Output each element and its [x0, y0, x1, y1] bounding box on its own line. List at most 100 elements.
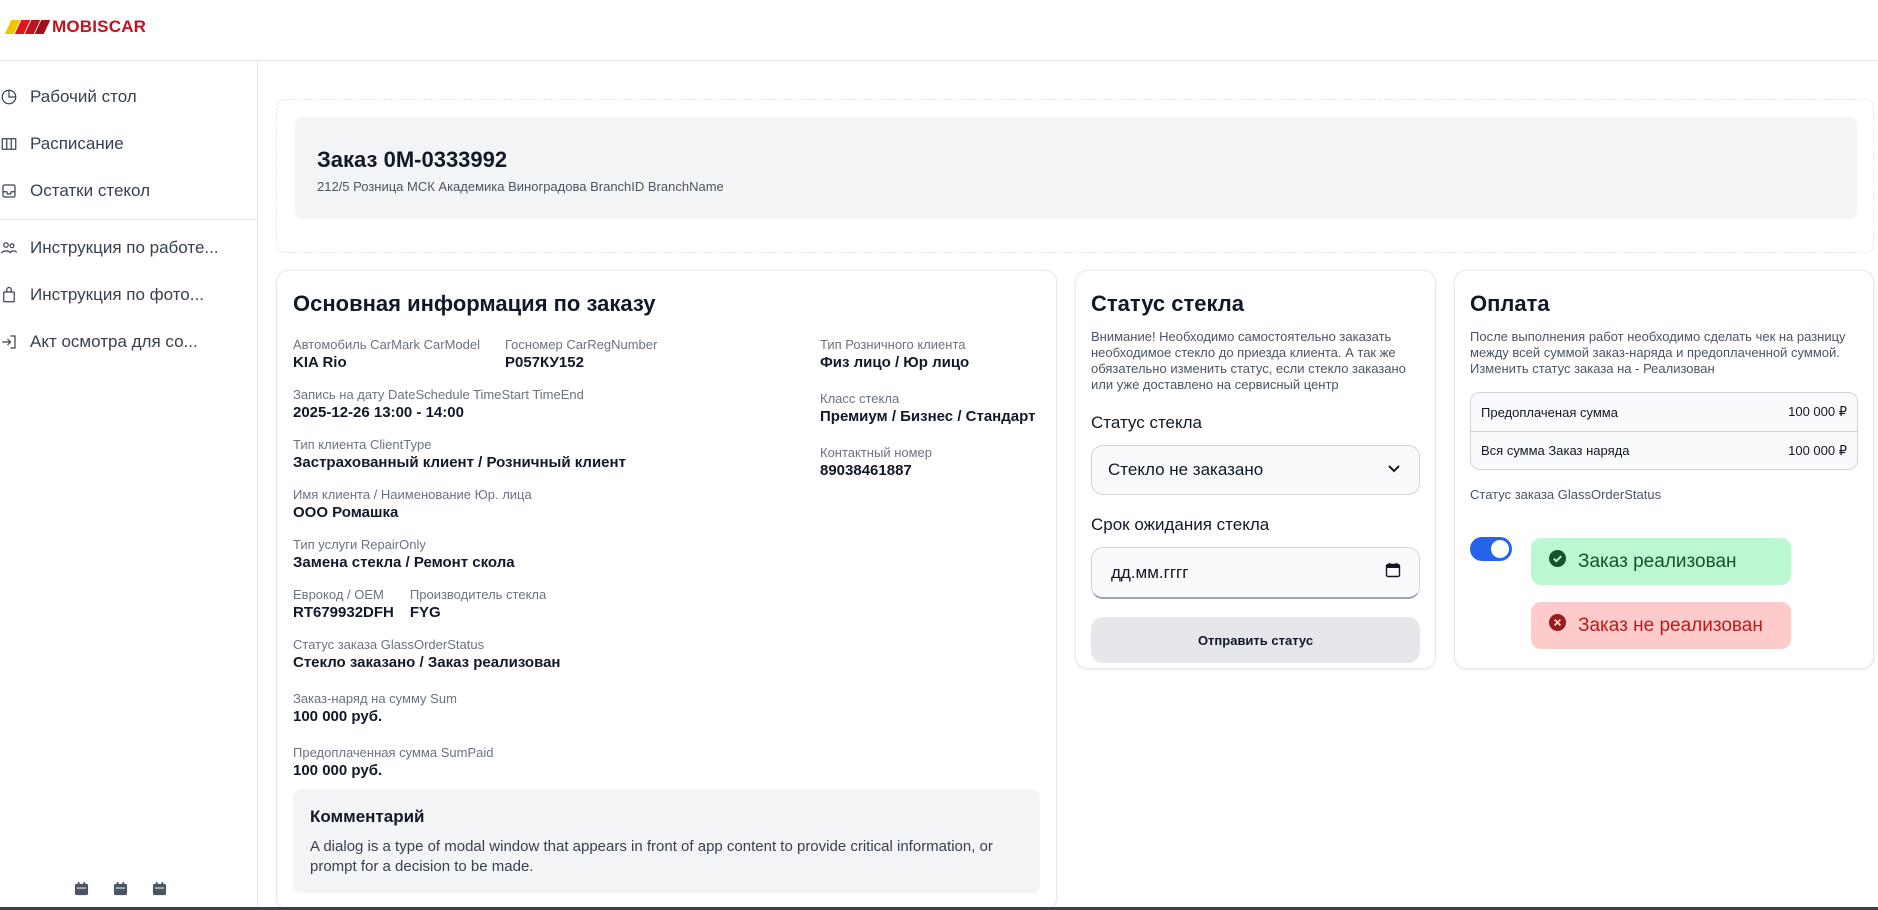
sidebar-divider: [0, 219, 257, 220]
card-title: Оплата: [1470, 291, 1550, 316]
send-status-button[interactable]: Отправить статус: [1091, 617, 1420, 663]
field-value: 89038461887: [820, 462, 912, 479]
order-info-card: Основная информация по заказу Автомобиль…: [276, 270, 1057, 910]
sidebar-item-label: Акт осмотра для со...: [30, 331, 198, 351]
field-service: Тип услуги RepairOnly Замена стекла / Ре…: [293, 537, 813, 573]
field-label: Производитель стекла: [409, 587, 547, 602]
field-label: Госномер CarRegNumber: [505, 337, 658, 352]
row-value: 100 000 ₽: [1788, 404, 1847, 419]
field-retail-type: Тип Розничного клиента Физ лицо / Юр лиц…: [820, 337, 1045, 373]
payment-summary-table: Предоплаченая сумма 100 000 ₽ Вся сумма …: [1470, 392, 1858, 470]
field-label: Тип Розничного клиента: [820, 337, 966, 352]
inbox-icon: [0, 180, 30, 202]
card-title: Основная информация по заказу: [293, 291, 656, 316]
field-value: Замена стекла / Ремонт скола: [293, 554, 515, 571]
field-label: Предоплаченная сумма SumPaid: [293, 745, 494, 760]
sidebar-item-photo-instruction[interactable]: Инструкция по фото...: [0, 271, 257, 318]
field-glass-class: Класс стекла Премиум / Бизнес / Стандарт: [820, 391, 1045, 427]
sidebar-nav-main: Рабочий стол Расписание Остатки стекол: [0, 73, 257, 214]
sidebar-footer-icons: [74, 881, 167, 896]
field-value: 100 000 руб.: [293, 708, 383, 725]
users-icon: [0, 237, 30, 259]
calendar-icon[interactable]: [74, 881, 89, 896]
field-value: Премиум / Бизнес / Стандарт: [820, 408, 1036, 425]
comment-text: A dialog is a type of modal window that …: [310, 838, 993, 875]
field-value: 100 000 руб.: [293, 762, 383, 779]
date-placeholder: дд.мм.гггг: [1111, 562, 1189, 582]
field-client-type: Тип клиента ClientType Застрахованный кл…: [293, 437, 813, 473]
sidebar-item-schedule[interactable]: Расписание: [0, 120, 257, 167]
order-status-label: Статус заказа GlassOrderStatus: [1470, 487, 1662, 502]
mobiscar-logo[interactable]: MOBISCAR: [4, 17, 147, 37]
glass-status-card: Статус стекла Внимание! Необходимо самос…: [1075, 270, 1436, 669]
check-circle-icon: [1549, 550, 1566, 573]
glass-status-select[interactable]: Стекло не заказано: [1091, 445, 1420, 495]
sidebar-item-glass-stock[interactable]: Остатки стекол: [0, 167, 257, 214]
order-not-done-button[interactable]: Заказ не реализован: [1531, 602, 1791, 649]
badge-label: Заказ не реализован: [1578, 614, 1763, 636]
columns-icon: [0, 133, 30, 155]
sidebar-item-label: Инструкция по фото...: [30, 284, 204, 304]
sidebar-item-dashboard[interactable]: Рабочий стол: [0, 73, 257, 120]
field-value: FYG: [409, 604, 441, 621]
field-label: Класс стекла: [820, 391, 900, 406]
info-left-column: Автомобиль CarMark CarModel KIA Rio Госн…: [293, 337, 813, 795]
field-client-name: Имя клиента / Наименование Юр. лица ООО …: [293, 487, 813, 523]
pie-chart-icon: [0, 86, 30, 108]
order-done-button[interactable]: Заказ реализован: [1531, 538, 1791, 585]
card-title: Статус стекла: [1091, 291, 1244, 316]
sign-in-icon: [0, 331, 30, 353]
payment-card: Оплата После выполнения работ необходимо…: [1454, 270, 1874, 669]
glass-notice: Внимание! Необходимо самостоятельно зака…: [1091, 329, 1406, 392]
field-label: Заказ-наряд на сумму Sum: [293, 691, 457, 706]
comment-title: Комментарий: [310, 807, 425, 826]
toggle-knob: [1491, 540, 1509, 558]
field-label: Тип клиента ClientType: [293, 437, 432, 452]
chevron-down-icon: [1387, 460, 1401, 480]
calendar-icon[interactable]: [1385, 562, 1401, 583]
glass-status-label: Статус стекла: [1091, 413, 1203, 432]
sidebar-item-work-instruction[interactable]: Инструкция по работе...: [0, 224, 257, 271]
field-value: RT679932DFH: [293, 604, 394, 621]
comment-box: Комментарий A dialog is a type of modal …: [293, 789, 1040, 893]
field-schedule: Запись на дату DateSchedule TimeStart Ti…: [293, 387, 813, 423]
select-value: Стекло не заказано: [1108, 460, 1264, 479]
field-eurocode: Еврокод / OEM RT679932DFH: [293, 587, 394, 623]
calendar-icon[interactable]: [152, 881, 167, 896]
field-value: ООО Ромашка: [293, 504, 399, 521]
field-label: Имя клиента / Наименование Юр. лица: [293, 487, 532, 502]
sidebar-nav-instructions: Инструкция по работе... Инструкция по фо…: [0, 224, 257, 365]
sidebar-item-inspection-act[interactable]: Акт осмотра для со...: [0, 318, 257, 365]
field-label: Запись на дату DateSchedule TimeStart Ti…: [293, 387, 584, 402]
field-value: Застрахованный клиент / Розничный клиент: [293, 454, 626, 471]
table-row: Предоплаченая сумма 100 000 ₽: [1471, 393, 1857, 431]
field-value: Стекло заказано / Заказ реализован: [293, 654, 561, 671]
row-label: Вся сумма Заказ наряда: [1481, 443, 1630, 458]
order-header-panel: Заказ 0M-0333992 212/5 Розница МСК Акаде…: [295, 117, 1857, 219]
payment-notice: После выполнения работ необходимо сделат…: [1470, 329, 1846, 376]
field-value: 2025-12-26 13:00 - 14:00: [293, 404, 464, 421]
order-header: Заказ 0M-0333992 212/5 Розница МСК Акаде…: [276, 99, 1874, 253]
sidebar-item-label: Расписание: [30, 133, 124, 153]
sidebar: Рабочий стол Расписание Остатки стекол И…: [0, 61, 258, 910]
field-manufacturer: Производитель стекла FYG: [410, 587, 546, 623]
order-status-toggle[interactable]: [1470, 537, 1512, 561]
field-sum-paid: Предоплаченная сумма SumPaid 100 000 руб…: [293, 745, 813, 781]
field-phone: Контактный номер 89038461887: [820, 445, 1045, 481]
table-row: Вся сумма Заказ наряда 100 000 ₽: [1471, 431, 1857, 469]
brand-name: MOBISCAR: [52, 17, 147, 36]
field-label: Статус заказа GlassOrderStatus: [293, 637, 485, 652]
sidebar-item-label: Инструкция по работе...: [30, 237, 219, 257]
calendar-icon[interactable]: [113, 881, 128, 896]
field-label: Тип услуги RepairOnly: [293, 537, 426, 552]
glass-wait-date-input[interactable]: дд.мм.гггг: [1091, 547, 1420, 599]
field-label: Еврокод / OEM: [293, 587, 384, 602]
field-label: Автомобиль CarMark CarModel: [293, 337, 480, 352]
field-glass-order-status: Статус заказа GlassOrderStatus Стекло за…: [293, 637, 813, 673]
order-title: Заказ 0M-0333992: [317, 147, 508, 172]
field-sum: Заказ-наряд на сумму Sum 100 000 руб.: [293, 691, 813, 727]
info-right-column: Тип Розничного клиента Физ лицо / Юр лиц…: [820, 337, 1045, 495]
logo-mark-icon: [4, 20, 51, 34]
glass-wait-label: Срок ожидания стекла: [1091, 515, 1270, 534]
field-car: Автомобиль CarMark CarModel KIA Rio: [293, 337, 489, 373]
